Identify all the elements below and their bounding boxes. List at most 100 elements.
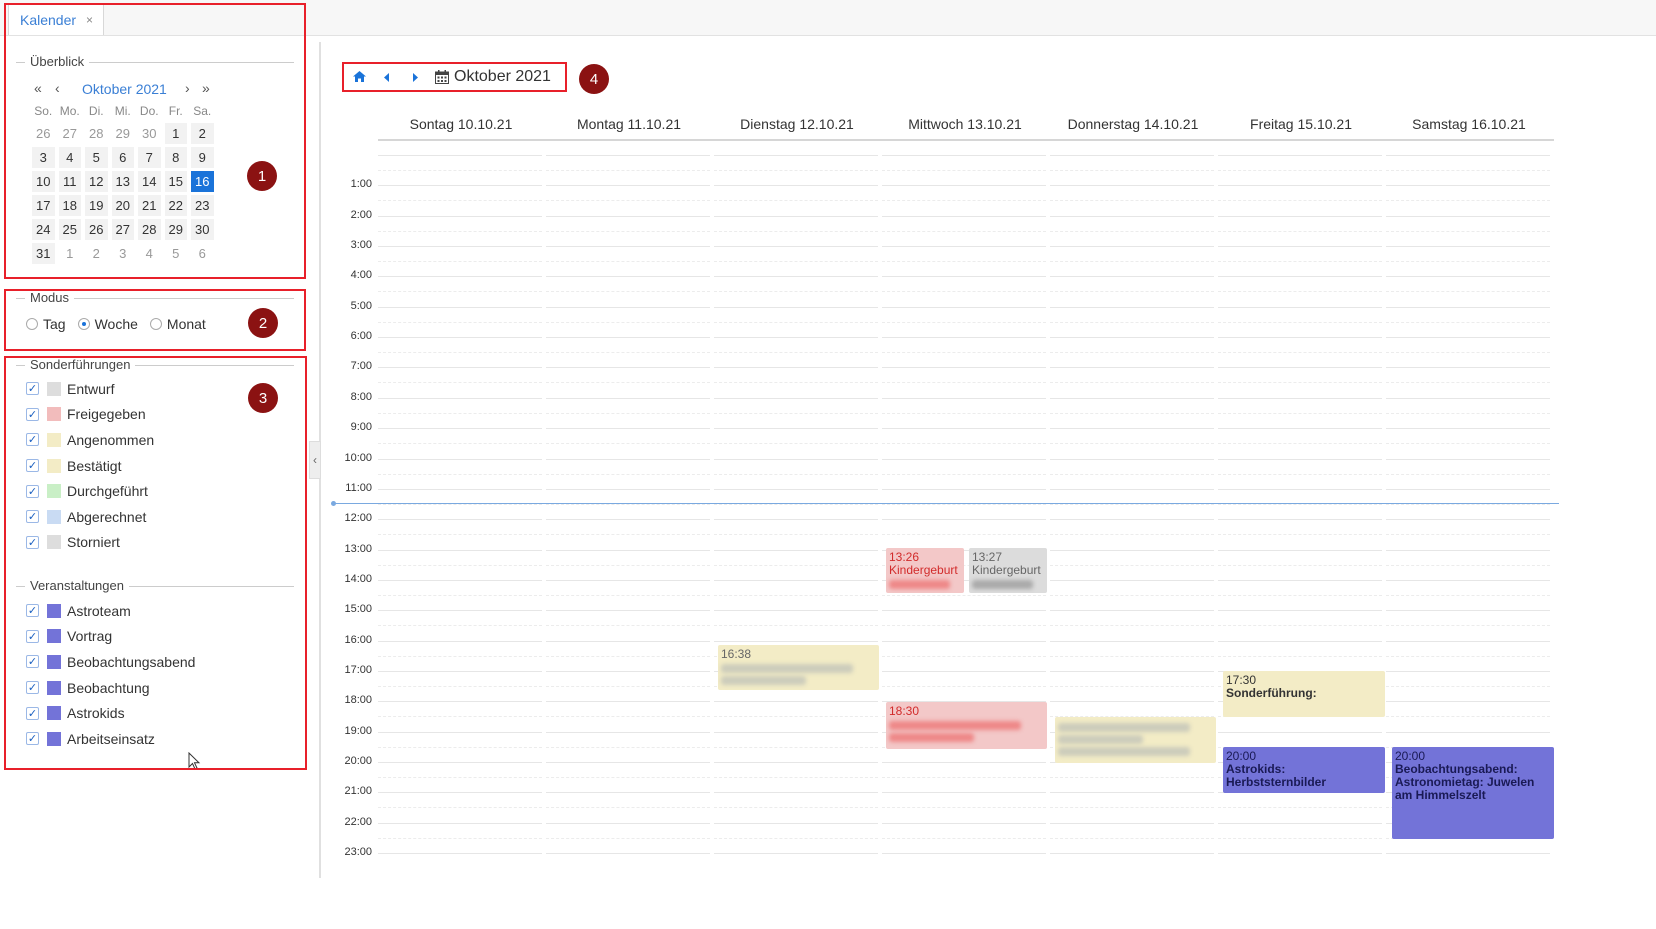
half-hour-line — [882, 291, 1046, 292]
calendar-event[interactable]: 13:26 Kindergeburt — [886, 548, 964, 593]
half-hour-line — [882, 261, 1046, 262]
calendar-toolbar: Oktober 2021 — [345, 64, 551, 90]
half-hour-line — [378, 322, 542, 323]
hour-line — [1050, 641, 1214, 642]
half-hour-line — [882, 382, 1046, 383]
half-hour-line — [1050, 200, 1214, 201]
home-icon[interactable] — [345, 70, 373, 85]
hour-line — [714, 489, 878, 490]
day-header[interactable]: Freitag 15.10.21 — [1218, 116, 1384, 140]
half-hour-line — [1386, 504, 1550, 505]
hour-line — [1050, 307, 1214, 308]
time-label: 17:00 — [344, 664, 372, 676]
half-hour-line — [1218, 170, 1382, 171]
time-label: 22:00 — [344, 816, 372, 828]
hour-line — [378, 489, 542, 490]
hour-line — [1050, 155, 1214, 156]
hour-line — [546, 701, 710, 702]
half-hour-line — [1386, 565, 1550, 566]
half-hour-line — [546, 807, 710, 808]
current-time-line — [333, 503, 1559, 504]
half-hour-line — [546, 716, 710, 717]
redacted-text — [972, 580, 1034, 589]
caret-right-icon[interactable] — [401, 70, 429, 85]
half-hour-line — [714, 565, 878, 566]
caret-left-icon[interactable] — [373, 70, 401, 85]
event-title: Kindergeburt — [889, 563, 958, 577]
half-hour-line — [714, 595, 878, 596]
hour-line — [1050, 276, 1214, 277]
hour-line — [1218, 823, 1382, 824]
hour-line — [882, 307, 1046, 308]
half-hour-line — [546, 686, 710, 687]
day-header[interactable]: Dienstag 12.10.21 — [714, 116, 880, 140]
half-hour-line — [378, 565, 542, 566]
half-hour-line — [546, 443, 710, 444]
hour-line — [546, 610, 710, 611]
half-hour-line — [882, 170, 1046, 171]
hour-line — [1218, 307, 1382, 308]
calendar-event[interactable]: 17:30 Sonderführung: — [1223, 671, 1385, 717]
half-hour-line — [546, 595, 710, 596]
half-hour-line — [378, 382, 542, 383]
hour-line — [714, 428, 878, 429]
hour-line — [1386, 246, 1550, 247]
calendar-event[interactable]: 13:27 Kindergeburt — [969, 548, 1047, 593]
calendar-event[interactable]: 20:00 Beobachtungsabend: Astronomietag: J… — [1392, 747, 1554, 839]
hour-line — [378, 246, 542, 247]
event-time: 16:38 — [721, 647, 752, 661]
time-label: 14:00 — [344, 573, 372, 585]
half-hour-line — [378, 413, 542, 414]
time-label: 15:00 — [344, 603, 372, 615]
hour-line — [378, 610, 542, 611]
hour-line — [714, 732, 878, 733]
hour-line — [1218, 155, 1382, 156]
half-hour-line — [1218, 443, 1382, 444]
hour-line — [1386, 459, 1550, 460]
hour-line — [1050, 216, 1214, 217]
half-hour-line — [882, 474, 1046, 475]
half-hour-line — [378, 686, 542, 687]
half-hour-line — [882, 777, 1046, 778]
hour-line — [1218, 337, 1382, 338]
half-hour-line — [546, 565, 710, 566]
half-hour-line — [1218, 807, 1382, 808]
hour-line — [546, 550, 710, 551]
hour-line — [714, 792, 878, 793]
day-header[interactable]: Mittwoch 13.10.21 — [882, 116, 1048, 140]
hour-line — [546, 519, 710, 520]
half-hour-line — [882, 534, 1046, 535]
time-label: 6:00 — [350, 330, 372, 342]
half-hour-line — [882, 352, 1046, 353]
hour-line — [1386, 641, 1550, 642]
calendar-event[interactable]: 18:30 — [886, 702, 1047, 749]
half-hour-line — [546, 382, 710, 383]
time-label: 2:00 — [350, 209, 372, 221]
half-hour-line — [1050, 322, 1214, 323]
current-period-title[interactable]: Oktober 2021 — [435, 68, 551, 86]
hour-line — [714, 641, 878, 642]
time-label: 1:00 — [350, 178, 372, 190]
half-hour-line — [882, 504, 1046, 505]
calendar-event[interactable]: 20:00 Astrokids: Herbststernbilder — [1223, 747, 1385, 793]
day-header[interactable]: Donnerstag 14.10.21 — [1050, 116, 1216, 140]
day-header[interactable]: Sontag 10.10.21 — [378, 116, 544, 140]
half-hour-line — [378, 656, 542, 657]
hour-line — [1050, 792, 1214, 793]
collapse-panel-icon[interactable]: ‹ — [309, 441, 321, 479]
redacted-text — [721, 664, 853, 673]
half-hour-line — [378, 231, 542, 232]
half-hour-line — [378, 777, 542, 778]
half-hour-line — [882, 443, 1046, 444]
hour-line — [714, 155, 878, 156]
hour-line — [546, 792, 710, 793]
day-header[interactable]: Montag 11.10.21 — [546, 116, 712, 140]
half-hour-line — [1386, 261, 1550, 262]
calendar-event[interactable] — [1055, 717, 1216, 763]
half-hour-line — [714, 352, 878, 353]
half-hour-line — [1050, 534, 1214, 535]
calendar-event[interactable]: 16:38 — [718, 645, 879, 690]
day-header[interactable]: Samstag 16.10.21 — [1386, 116, 1552, 140]
hour-line — [882, 398, 1046, 399]
hour-line — [1386, 398, 1550, 399]
